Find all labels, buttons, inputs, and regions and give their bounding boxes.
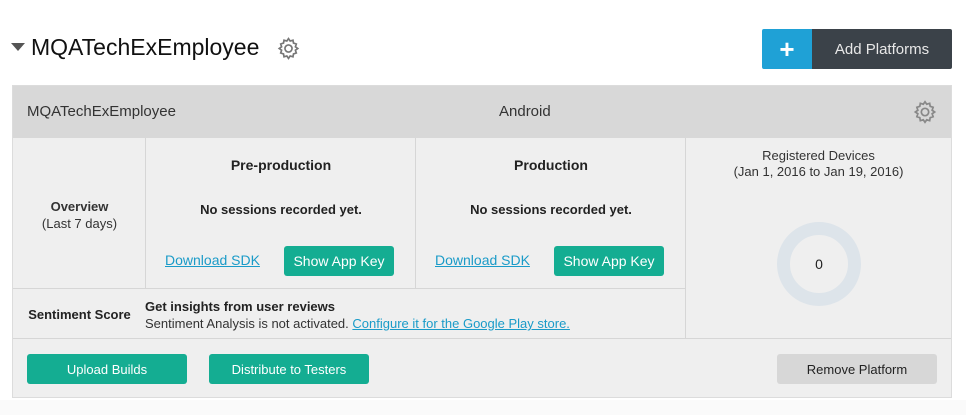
preproduction-message: No sessions recorded yet. bbox=[200, 202, 362, 217]
registered-devices-cell: Registered Devices (Jan 1, 2016 to Jan 1… bbox=[686, 138, 951, 339]
sentiment-heading: Get insights from user reviews bbox=[145, 299, 336, 314]
preproduction-show-app-key-button[interactable]: Show App Key bbox=[284, 246, 394, 276]
registered-devices-range: (Jan 1, 2016 to Jan 19, 2016) bbox=[733, 164, 904, 179]
divider bbox=[686, 338, 951, 339]
sentiment-row: Sentiment Score Get insights from user r… bbox=[13, 289, 686, 339]
remove-platform-button[interactable]: Remove Platform bbox=[777, 354, 937, 384]
production-show-app-key-button[interactable]: Show App Key bbox=[554, 246, 664, 276]
overview-title: Overview bbox=[50, 199, 109, 214]
overview-subtitle: (Last 7 days) bbox=[41, 216, 118, 231]
production-download-sdk-link[interactable]: Download SDK bbox=[435, 252, 530, 268]
platform-card-header: MQATechExEmployee Android bbox=[13, 86, 951, 138]
production-message: No sessions recorded yet. bbox=[470, 202, 632, 217]
gear-icon[interactable] bbox=[276, 36, 301, 61]
app-title: MQATechExEmployee bbox=[31, 34, 260, 60]
devices-count: 0 bbox=[815, 256, 823, 272]
add-platforms-label[interactable]: Add Platforms bbox=[812, 29, 952, 69]
preproduction-download-sdk-link[interactable]: Download SDK bbox=[165, 252, 260, 268]
overview-cell: Overview (Last 7 days) bbox=[13, 138, 146, 289]
add-platforms-button[interactable]: + Add Platforms bbox=[762, 29, 952, 69]
plus-icon[interactable]: + bbox=[762, 29, 812, 69]
preproduction-cell: Pre-production No sessions recorded yet.… bbox=[146, 138, 416, 289]
caret-down-icon[interactable] bbox=[11, 43, 25, 51]
sentiment-text: Sentiment Analysis is not activated. Con… bbox=[145, 316, 570, 331]
gear-icon[interactable] bbox=[912, 99, 938, 125]
platform-os: Android bbox=[499, 103, 551, 120]
registered-devices-title: Registered Devices bbox=[762, 148, 875, 163]
upload-builds-button[interactable]: Upload Builds bbox=[27, 354, 187, 384]
sentiment-score-label: Sentiment Score bbox=[28, 307, 131, 322]
distribute-to-testers-button[interactable]: Distribute to Testers bbox=[209, 354, 369, 384]
configure-google-play-link[interactable]: Configure it for the Google Play store. bbox=[352, 316, 570, 331]
sentiment-status: Sentiment Analysis is not activated. bbox=[145, 316, 349, 331]
preproduction-title: Pre-production bbox=[230, 157, 332, 173]
platform-app-name: MQATechExEmployee bbox=[27, 103, 176, 120]
production-title: Production bbox=[514, 157, 588, 173]
page-header: MQATechExEmployee + Add Platforms bbox=[0, 0, 966, 84]
page-bottom-area bbox=[0, 400, 966, 415]
production-cell: Production No sessions recorded yet. Dow… bbox=[416, 138, 686, 289]
platform-card: MQATechExEmployee Android Overview (Last… bbox=[12, 85, 952, 398]
